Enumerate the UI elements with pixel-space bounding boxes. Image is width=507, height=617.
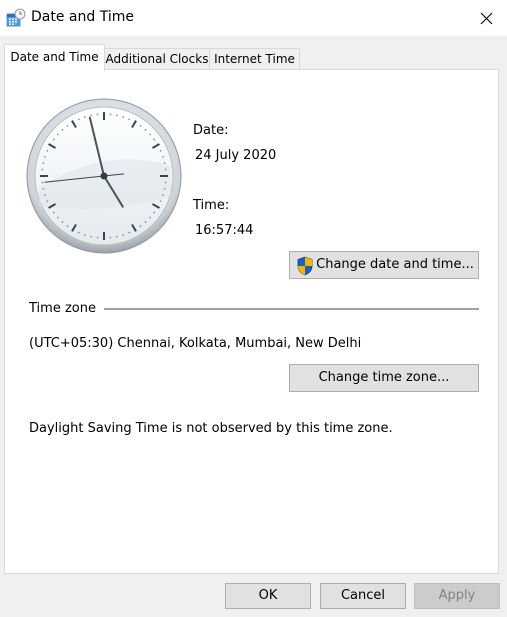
clock-minute-dot: [153, 138, 156, 141]
time-zone-divider: [104, 308, 479, 310]
clock-minute-dot: [96, 236, 99, 239]
clock-minute-dot: [83, 116, 86, 118]
clock-minute-dot: [144, 221, 147, 223]
time-label: Time:: [193, 198, 230, 213]
clock-minute-dot: [41, 181, 44, 184]
clock-minute-dot: [162, 194, 164, 197]
clock-minute-dot: [164, 181, 167, 184]
clock-minute-dot: [115, 235, 118, 238]
clock-minute-dot: [61, 221, 64, 223]
clock-minute-dot: [128, 231, 131, 234]
clock-minute-dot: [77, 231, 80, 234]
time-value: 16:57:44: [195, 223, 254, 238]
clock-minute-dot: [46, 149, 49, 152]
tab-internet-time[interactable]: Internet Time: [209, 48, 300, 70]
clock-minute-dot: [46, 200, 49, 203]
date-label: Date:: [193, 123, 229, 138]
clock-minute-dot: [90, 114, 93, 117]
clock-minute-dot: [66, 124, 69, 127]
clock-minute-dot: [122, 234, 125, 236]
time-zone-section-label: Time zone: [29, 301, 96, 316]
clock-minute-dot: [162, 155, 164, 158]
tab-additional-clocks[interactable]: Additional Clocks: [104, 48, 210, 70]
clock-minute-dot: [139, 225, 142, 228]
clock-minute-dot: [66, 225, 69, 228]
clock-minute-dot: [163, 162, 166, 165]
clock-minute-dot: [109, 113, 112, 116]
clock-minute-dot: [149, 133, 151, 136]
close-icon[interactable]: [470, 6, 502, 30]
clock-minute-dot: [109, 236, 112, 239]
uac-shield-icon: [297, 256, 313, 276]
change-date-and-time-label: Change date and time...: [316, 257, 474, 272]
clock-minute-dot: [159, 149, 162, 152]
clock-minute-dot: [42, 162, 45, 165]
clock-minute-dot: [57, 133, 59, 136]
clock-minute-dot: [159, 200, 162, 203]
clock-minute-dot: [128, 118, 131, 121]
clock-minute-dot: [61, 129, 64, 131]
clock-minute-dot: [83, 234, 86, 236]
clock-minute-dot: [41, 168, 44, 171]
dst-note: Daylight Saving Time is not observed by …: [29, 421, 393, 436]
date-time-calendar-clock-icon: [6, 8, 26, 27]
change-time-zone-button[interactable]: Change time zone...: [289, 364, 479, 392]
clock-minute-dot: [163, 187, 166, 190]
clock-minute-dot: [164, 168, 167, 171]
change-date-and-time-button[interactable]: Change date and time...: [289, 251, 479, 279]
clock-center-pin: [100, 172, 108, 180]
clock-minute-dot: [153, 211, 156, 214]
clock-minute-dot: [57, 216, 59, 219]
clock-minute-dot: [115, 114, 118, 117]
clock-minute-dot: [149, 216, 151, 219]
clock-minute-dot: [122, 116, 125, 118]
analog-clock: [26, 98, 182, 254]
ok-button[interactable]: OK: [225, 583, 311, 609]
clock-minute-dot: [44, 194, 46, 197]
clock-minute-dot: [96, 113, 99, 116]
clock-minute-dot: [144, 129, 147, 131]
tab-panel-date-and-time: Date: 24 July 2020 Time: 16:57:44 Change…: [4, 69, 499, 574]
clock-minute-dot: [77, 118, 80, 121]
apply-button[interactable]: Apply: [414, 583, 500, 609]
clock-minute-dot: [139, 124, 142, 127]
window-title: Date and Time: [31, 9, 134, 25]
clock-minute-dot: [52, 211, 55, 214]
clock-minute-dot: [44, 155, 46, 158]
title-bar: Date and Time: [0, 0, 507, 36]
clock-minute-dot: [90, 235, 93, 238]
tab-date-and-time[interactable]: Date and Time: [4, 44, 105, 71]
date-value: 24 July 2020: [195, 148, 277, 163]
time-zone-value: (UTC+05:30) Chennai, Kolkata, Mumbai, Ne…: [29, 336, 362, 351]
clock-minute-dot: [42, 187, 45, 190]
clock-minute-dot: [52, 138, 55, 141]
cancel-button[interactable]: Cancel: [320, 583, 406, 609]
